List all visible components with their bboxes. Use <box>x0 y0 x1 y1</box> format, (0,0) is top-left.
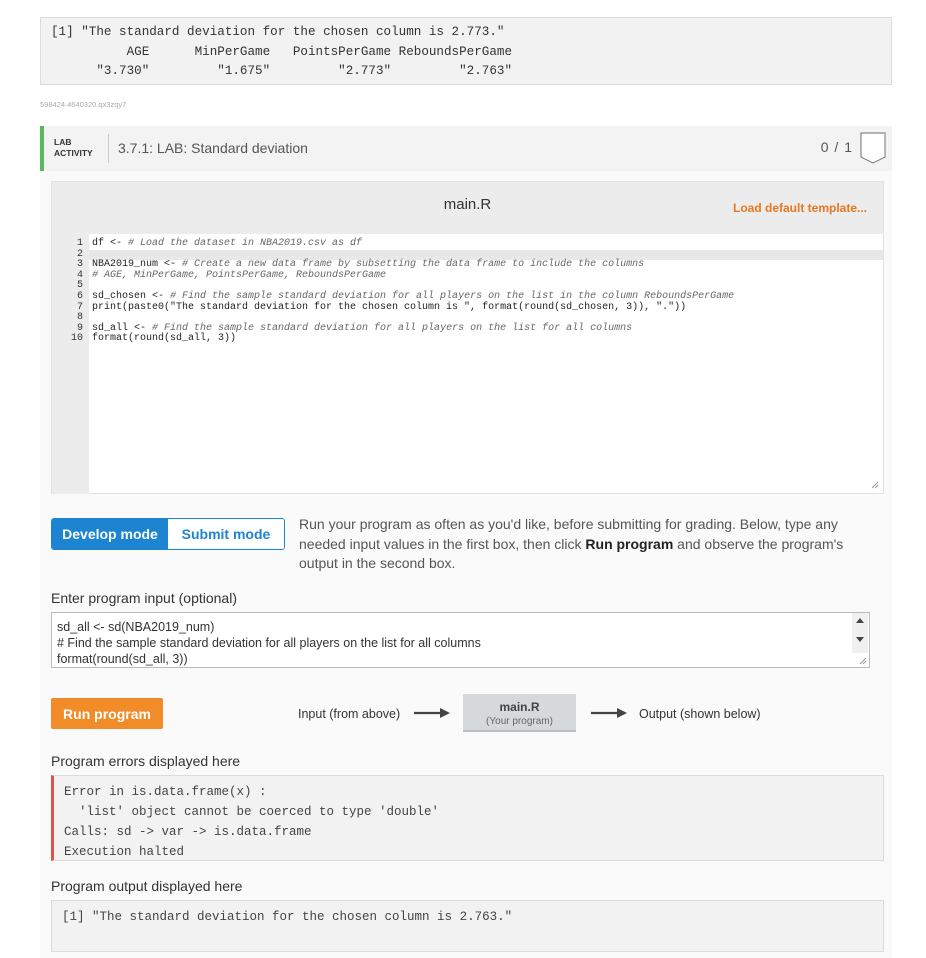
previous-output-block: [1] "The standard deviation for the chos… <box>40 17 892 85</box>
code-line[interactable]: 7 print(paste0("The standard deviation fo… <box>52 302 883 314</box>
previous-output-text: [1] "The standard deviation for the chos… <box>41 18 891 82</box>
program-box-name: main.R <box>499 700 540 714</box>
program-output-label: Program output displayed here <box>51 878 243 894</box>
program-box-subtitle: (Your program) <box>486 716 553 727</box>
input-resize-grip-icon[interactable] <box>859 657 867 665</box>
code-line[interactable]: 4 # AGE, MinPerGame, PointsPerGame, Rebou… <box>52 270 883 282</box>
program-errors-label: Program errors displayed here <box>51 753 241 769</box>
lab-activity-tag: LAB ACTIVITY <box>54 137 93 158</box>
code-line[interactable]: 1 df <- # Load the dataset in NBA2019.csv… <box>52 238 883 250</box>
code-line[interactable]: 10 format(round(sd_all, 3)) <box>52 334 883 345</box>
reference-id: 598424.4640320.qx3zqy7 <box>40 100 127 109</box>
load-default-template-link[interactable]: Load default template... <box>733 201 867 215</box>
code-line[interactable]: 6 sd_chosen <- # Find the sample standard… <box>52 291 883 303</box>
editor-header: main.R Load default template... <box>52 182 883 234</box>
run-program-button[interactable]: Run program <box>51 698 163 729</box>
program-input-label: Enter program input (optional) <box>51 590 237 606</box>
previous-output-line: [1] "The standard deviation for the chos… <box>51 25 505 39</box>
program-errors-box: Error in is.data.frame(x) : 'list' objec… <box>51 775 884 861</box>
input-scrollbar[interactable] <box>852 613 868 653</box>
mode-description: Run your program as often as you'd like,… <box>299 516 844 571</box>
score-badge-icon <box>860 132 886 164</box>
lab-score: 0 / 1 <box>820 139 853 155</box>
error-line: Execution halted <box>64 845 185 859</box>
arrow-right-icon <box>591 708 627 718</box>
output-line: [1] "The standard deviation for the chos… <box>62 910 513 924</box>
error-line: Calls: sd -> var -> is.data.frame <box>64 825 312 839</box>
develop-mode-button[interactable]: Develop mode <box>52 519 168 549</box>
previous-output-line: "3.730" "1.675" "2.773" "2.763" <box>51 64 513 78</box>
program-output-box: [1] "The standard deviation for the chos… <box>51 900 884 952</box>
submit-mode-button[interactable]: Submit mode <box>168 519 284 549</box>
program-input-field[interactable]: sd_all <- sd(NBA2019_num) # Find the sam… <box>51 612 870 668</box>
mode-toggle: Develop mode Submit mode <box>51 518 285 550</box>
code-editor[interactable]: main.R Load default template... 1 df <- #… <box>51 181 884 494</box>
flow-input-label: Input (from above) <box>298 707 401 721</box>
error-line: 'list' object cannot be coerced to type … <box>64 805 440 819</box>
resize-grip-icon[interactable] <box>871 481 879 489</box>
lab-activity-header: LAB ACTIVITY 3.7.1: LAB: Standard deviat… <box>40 126 892 171</box>
lab-title: 3.7.1: LAB: Standard deviation <box>118 140 308 156</box>
code-lines[interactable]: 1 df <- # Load the dataset in NBA2019.csv… <box>52 238 883 345</box>
header-divider <box>108 134 109 163</box>
flow-output-label: Output (shown below) <box>639 707 761 721</box>
arrow-right-icon <box>414 708 450 718</box>
error-line: Error in is.data.frame(x) : <box>64 785 267 799</box>
previous-output-line: AGE MinPerGame PointsPerGame ReboundsPer… <box>51 44 513 59</box>
program-box: main.R (Your program) <box>463 694 576 732</box>
